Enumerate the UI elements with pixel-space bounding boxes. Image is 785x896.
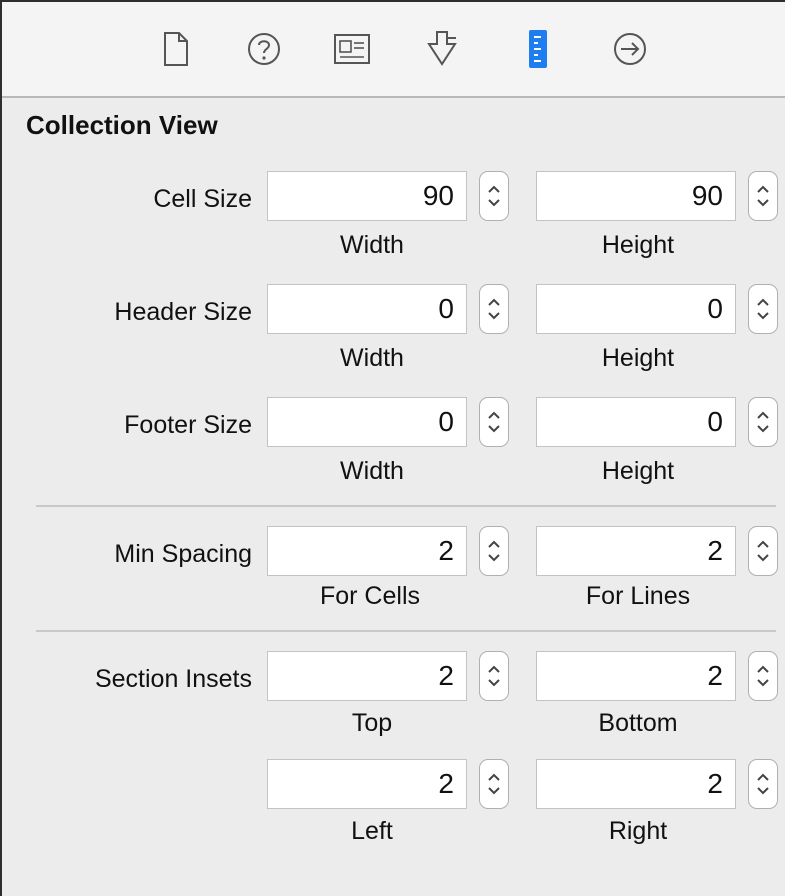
footer-height-caption: Height (601, 457, 675, 485)
stepper-up-icon (488, 540, 500, 548)
quick-help-icon[interactable] (242, 28, 286, 70)
stepper-down-icon (488, 679, 500, 687)
divider (36, 630, 776, 632)
header-height-stepper[interactable] (748, 284, 778, 334)
stepper-up-icon (488, 185, 500, 193)
inset-bottom-field[interactable]: 2 (536, 651, 736, 701)
footer-size-label: Footer Size (124, 411, 252, 439)
stepper-down-icon (488, 199, 500, 207)
cell-size-label: Cell Size (153, 185, 252, 213)
min-spacing-lines-caption: For Lines (585, 582, 691, 610)
stepper-up-icon (488, 773, 500, 781)
inset-left-field[interactable]: 2 (267, 759, 467, 809)
connections-inspector-icon[interactable] (608, 28, 652, 70)
size-inspector-icon[interactable] (516, 28, 560, 70)
inset-right-stepper[interactable] (748, 759, 778, 809)
inset-left-stepper[interactable] (479, 759, 509, 809)
stepper-down-icon (488, 787, 500, 795)
inset-bottom-stepper[interactable] (748, 651, 778, 701)
cell-height-stepper[interactable] (748, 171, 778, 221)
stepper-up-icon (757, 298, 769, 306)
header-width-field[interactable]: 0 (267, 284, 467, 334)
min-spacing-cells-caption: For Cells (319, 582, 420, 610)
cell-width-caption: Width (340, 231, 404, 259)
stepper-down-icon (757, 679, 769, 687)
inset-right-field[interactable]: 2 (536, 759, 736, 809)
stepper-down-icon (488, 425, 500, 433)
stepper-down-icon (757, 425, 769, 433)
stepper-up-icon (757, 411, 769, 419)
min-spacing-cells-field[interactable]: 2 (267, 526, 467, 576)
inset-top-stepper[interactable] (479, 651, 509, 701)
stepper-up-icon (757, 540, 769, 548)
footer-height-stepper[interactable] (748, 397, 778, 447)
divider (36, 505, 776, 507)
inset-left-caption: Left (351, 817, 393, 845)
section-insets-label: Section Insets (94, 665, 252, 693)
min-spacing-lines-stepper[interactable] (748, 526, 778, 576)
header-height-caption: Height (601, 344, 675, 372)
stepper-up-icon (488, 298, 500, 306)
stepper-down-icon (488, 554, 500, 562)
section-title: Collection View (26, 110, 218, 140)
header-width-caption: Width (340, 344, 404, 372)
attributes-inspector-icon[interactable] (420, 28, 464, 70)
stepper-down-icon (757, 787, 769, 795)
stepper-down-icon (757, 554, 769, 562)
footer-height-field[interactable]: 0 (536, 397, 736, 447)
min-spacing-cells-stepper[interactable] (479, 526, 509, 576)
footer-width-field[interactable]: 0 (267, 397, 467, 447)
file-inspector-icon[interactable] (154, 28, 198, 70)
stepper-up-icon (757, 665, 769, 673)
inset-top-field[interactable]: 2 (267, 651, 467, 701)
inset-top-caption: Top (351, 709, 393, 737)
inspector-toolbar (2, 2, 785, 98)
cell-height-caption: Height (601, 231, 675, 259)
stepper-up-icon (757, 185, 769, 193)
stepper-up-icon (488, 411, 500, 419)
stepper-up-icon (488, 665, 500, 673)
header-size-label: Header Size (114, 298, 252, 326)
cell-width-stepper[interactable] (479, 171, 509, 221)
stepper-down-icon (757, 312, 769, 320)
cell-width-field[interactable]: 90 (267, 171, 467, 221)
min-spacing-label: Min Spacing (114, 540, 252, 568)
footer-width-caption: Width (340, 457, 404, 485)
footer-width-stepper[interactable] (479, 397, 509, 447)
identity-inspector-icon[interactable] (330, 28, 374, 70)
stepper-up-icon (757, 773, 769, 781)
cell-height-field[interactable]: 90 (536, 171, 736, 221)
inset-right-caption: Right (608, 817, 668, 845)
min-spacing-lines-field[interactable]: 2 (536, 526, 736, 576)
header-width-stepper[interactable] (479, 284, 509, 334)
stepper-down-icon (488, 312, 500, 320)
header-height-field[interactable]: 0 (536, 284, 736, 334)
size-inspector-panel: Collection View Cell Size 90 Width 90 He… (0, 0, 785, 896)
stepper-down-icon (757, 199, 769, 207)
inset-bottom-caption: Bottom (598, 709, 678, 737)
